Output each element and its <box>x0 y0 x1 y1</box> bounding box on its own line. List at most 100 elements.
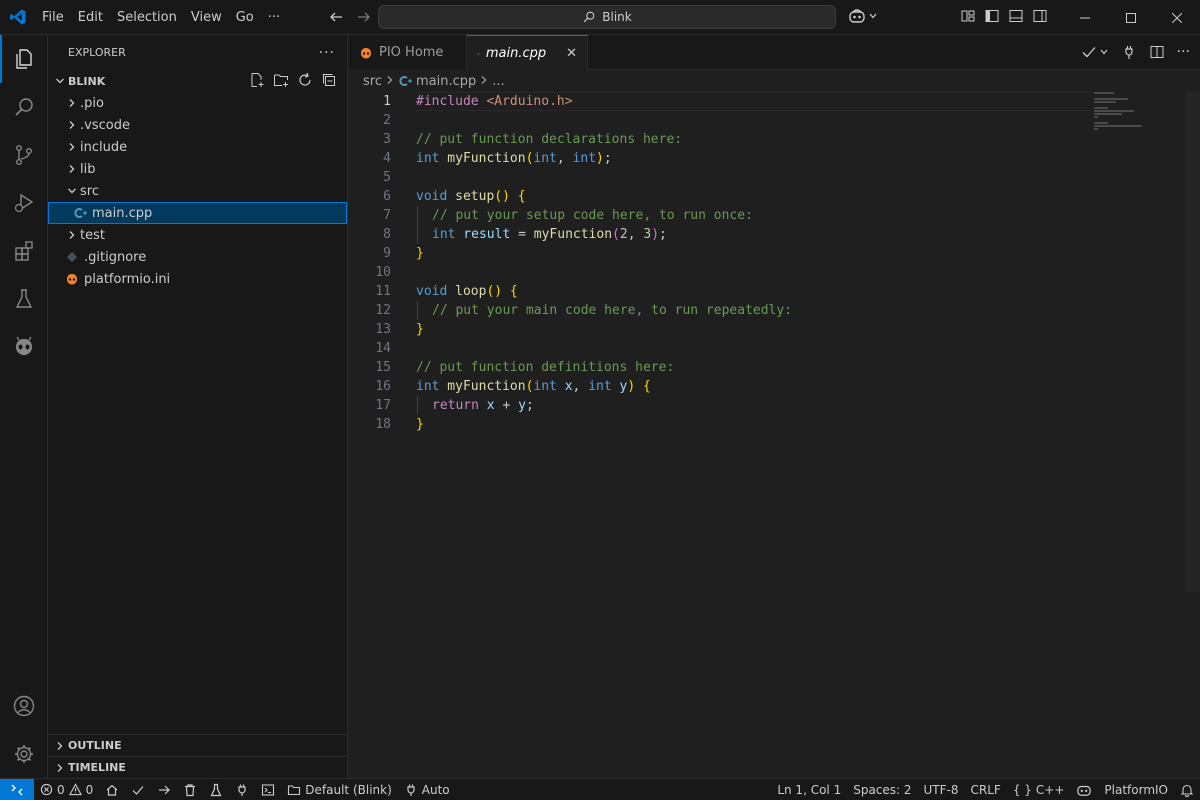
editor-scrollbar[interactable] <box>1186 92 1200 592</box>
copilot-status[interactable] <box>1070 783 1098 797</box>
pio-serial-monitor-button[interactable] <box>229 783 255 797</box>
activity-testing[interactable] <box>0 275 48 323</box>
toggle-panel-icon[interactable] <box>1008 8 1024 24</box>
menu-edit[interactable]: Edit <box>71 0 110 35</box>
folder-env-icon <box>288 784 301 795</box>
activity-source-control[interactable] <box>0 131 48 179</box>
flask-icon <box>210 783 222 796</box>
encoding[interactable]: UTF-8 <box>918 783 965 797</box>
activity-accounts[interactable] <box>0 682 48 730</box>
breadcrumb-folder[interactable]: src <box>363 74 382 89</box>
toggle-secondary-sidebar-icon[interactable] <box>1032 8 1048 24</box>
activity-run-debug[interactable] <box>0 179 48 227</box>
terminal-icon <box>262 783 275 796</box>
cpp-file-icon <box>477 52 480 55</box>
code-line: 14 <box>349 339 1200 358</box>
notifications-button[interactable] <box>1174 783 1200 797</box>
indentation[interactable]: Spaces: 2 <box>847 783 917 797</box>
menu-more[interactable]: ··· <box>261 0 287 35</box>
plug-icon <box>407 784 415 796</box>
sidebar-more-actions[interactable]: ··· <box>319 45 335 61</box>
toggle-primary-sidebar-icon[interactable] <box>984 8 1000 24</box>
command-center-search[interactable]: Blink <box>378 5 836 29</box>
pio-build-button[interactable] <box>125 783 151 797</box>
activity-extensions[interactable] <box>0 227 48 275</box>
code-line: 10 <box>349 263 1200 282</box>
more-actions-icon[interactable]: ··· <box>1177 44 1190 60</box>
menu-selection[interactable]: Selection <box>110 0 184 35</box>
collapse-all-icon[interactable] <box>321 72 337 88</box>
activity-manage[interactable] <box>0 730 48 778</box>
activity-platformio[interactable] <box>0 323 48 371</box>
plug-icon[interactable] <box>1121 44 1137 60</box>
maximize-button[interactable] <box>1108 0 1154 35</box>
tree-item-vscode[interactable]: .vscode <box>48 114 347 136</box>
tree-item-label: .pio <box>80 95 104 111</box>
tree-item-lib[interactable]: lib <box>48 158 347 180</box>
tab-close-icon[interactable]: ✕ <box>566 46 577 61</box>
end-of-line[interactable]: CRLF <box>965 783 1007 797</box>
new-file-icon[interactable] <box>249 72 265 88</box>
refresh-icon[interactable] <box>297 72 313 88</box>
env-label: Default (Blink) <box>305 782 392 797</box>
outline-section-header[interactable]: OUTLINE <box>48 734 347 756</box>
tree-item-test[interactable]: test <box>48 224 347 246</box>
breadcrumb-file[interactable]: main.cpp <box>416 74 476 89</box>
customize-layout-icon[interactable] <box>960 8 976 24</box>
cursor-position[interactable]: Ln 1, Col 1 <box>771 783 847 797</box>
menu-view[interactable]: View <box>184 0 229 35</box>
timeline-section-header[interactable]: TIMELINE <box>48 756 347 778</box>
tree-item-label: platformio.ini <box>84 271 171 287</box>
title-bar: File Edit Selection View Go ··· Blink <box>0 0 1200 35</box>
pio-port-switcher[interactable]: Auto <box>398 783 456 797</box>
run-checks-button[interactable] <box>1081 44 1109 60</box>
code-line: 4 int myFunction(int, int); <box>349 149 1200 168</box>
code-editor[interactable]: 1 #include <Arduino.h> 2 3 // put functi… <box>349 92 1200 434</box>
activity-search[interactable] <box>0 83 48 131</box>
tree-item-gitignore[interactable]: .gitignore <box>48 246 347 268</box>
pio-upload-button[interactable] <box>151 783 177 797</box>
tree-item-src[interactable]: src <box>48 180 347 202</box>
tree-item-platformio-ini[interactable]: platformio.ini <box>48 268 347 290</box>
bell-icon <box>1180 784 1194 797</box>
split-editor-icon[interactable] <box>1149 44 1165 60</box>
tree-item-main-cpp[interactable]: main.cpp <box>48 202 347 224</box>
tree-item-include[interactable]: include <box>48 136 347 158</box>
extensions-icon <box>15 241 33 261</box>
pio-home-status-button[interactable] <box>99 783 125 797</box>
check-icon <box>1082 47 1096 58</box>
forward-arrow-icon[interactable] <box>355 8 373 26</box>
pio-terminal-button[interactable] <box>255 783 281 797</box>
pio-clean-button[interactable] <box>177 783 203 797</box>
language-mode[interactable]: { } C++ <box>1007 783 1071 797</box>
code-line: 16 int myFunction(int x, int y) { <box>349 377 1200 396</box>
menu-go[interactable]: Go <box>229 0 261 35</box>
close-window-button[interactable] <box>1154 0 1200 35</box>
account-icon <box>13 695 35 717</box>
code-line: 1 #include <Arduino.h> <box>349 92 1200 111</box>
problems-indicator[interactable]: 0 0 <box>34 783 99 797</box>
new-folder-icon[interactable] <box>273 72 289 88</box>
pio-test-button[interactable] <box>203 783 229 797</box>
tree-item-pio[interactable]: .pio <box>48 92 347 114</box>
tab-main-cpp[interactable]: main.cpp ✕ <box>467 35 588 71</box>
arrow-right-icon <box>159 785 171 794</box>
project-section-header[interactable]: BLINK <box>48 70 347 92</box>
minimize-button[interactable] <box>1062 0 1108 35</box>
code-line: 5 <box>349 168 1200 187</box>
tab-pio-home[interactable]: PIO Home <box>349 35 467 70</box>
timeline-label: TIMELINE <box>68 761 126 774</box>
back-arrow-icon[interactable] <box>327 8 345 26</box>
breadcrumb-more[interactable]: ... <box>492 74 504 89</box>
copilot-button[interactable] <box>848 8 878 24</box>
platformio-status[interactable]: PlatformIO <box>1098 783 1174 797</box>
activity-explorer[interactable] <box>0 35 48 83</box>
minimap[interactable] <box>1094 92 1154 132</box>
code-line: 18 } <box>349 415 1200 434</box>
pio-env-switcher[interactable]: Default (Blink) <box>281 783 397 797</box>
menu-file[interactable]: File <box>35 0 71 35</box>
home-icon <box>106 784 118 796</box>
chevron-right-icon <box>64 98 80 108</box>
remote-indicator[interactable] <box>0 778 34 800</box>
outline-label: OUTLINE <box>68 739 122 752</box>
